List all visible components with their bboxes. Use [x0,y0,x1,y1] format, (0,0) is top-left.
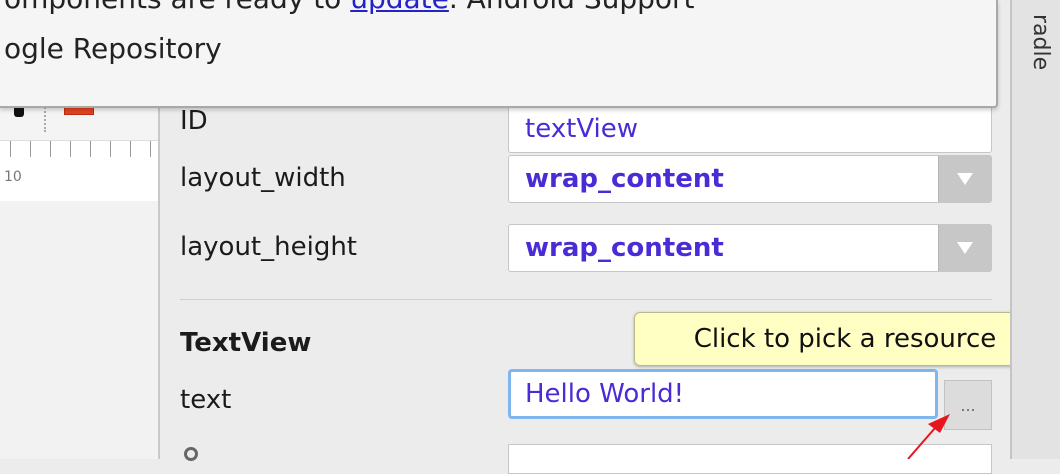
annotation-arrow [907,414,950,459]
